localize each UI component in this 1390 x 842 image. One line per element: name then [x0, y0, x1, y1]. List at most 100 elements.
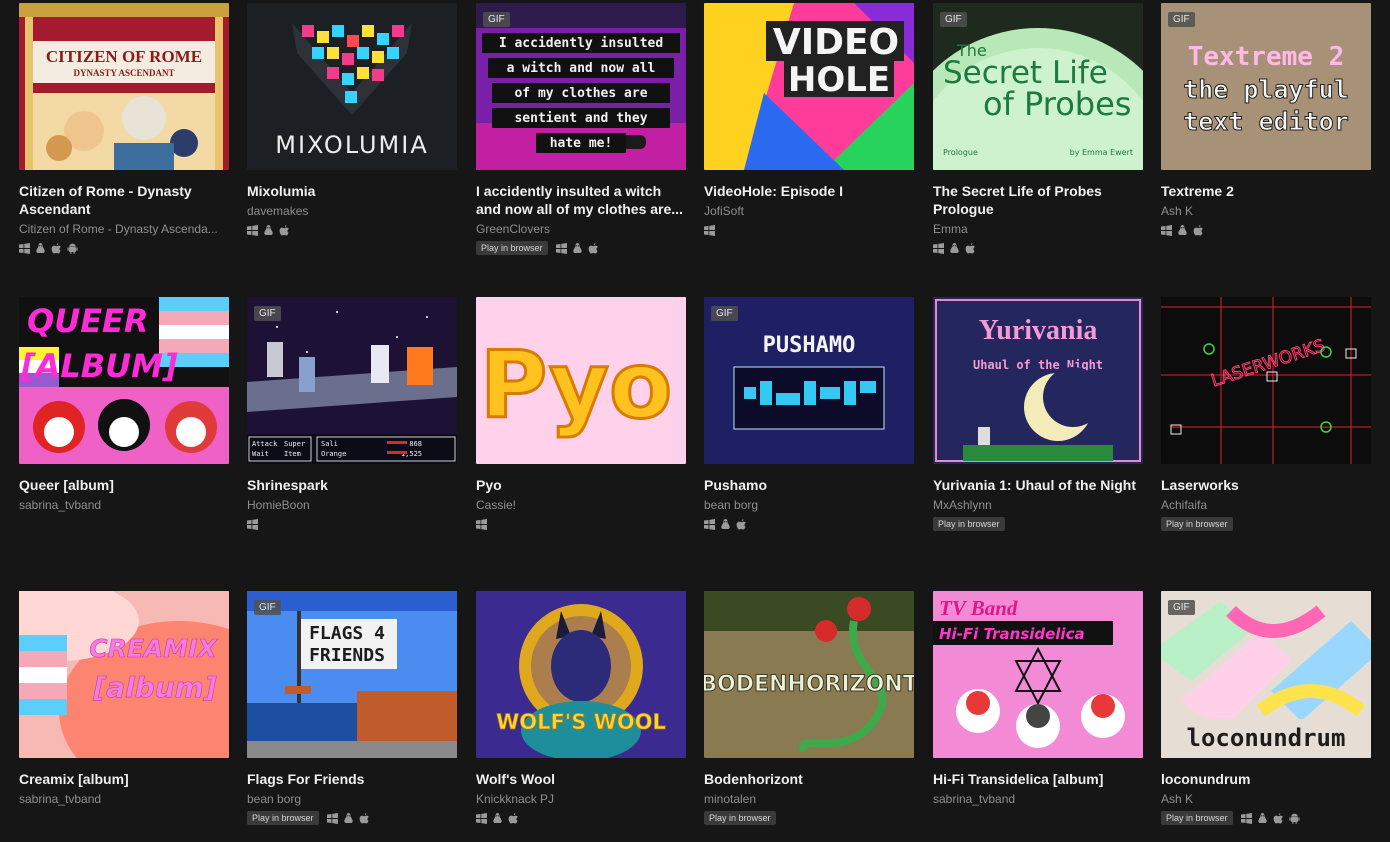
windows-icon — [1161, 224, 1172, 236]
game-title[interactable]: loconundrum — [1161, 770, 1371, 788]
game-title[interactable]: Queer [album] — [19, 476, 229, 494]
game-thumbnail[interactable]: LASERWORKS — [1161, 297, 1371, 464]
game-title[interactable]: VideoHole: Episode I — [704, 182, 914, 200]
game-thumbnail[interactable]: Yurivania Uhaul of the Night — [933, 297, 1143, 464]
game-author[interactable]: HomieBoon — [247, 496, 457, 514]
game-card: Textreme 2 the playful text editor GIF T… — [1161, 3, 1371, 238]
linux-icon — [721, 518, 730, 529]
svg-text:sentient and they: sentient and they — [514, 111, 647, 126]
game-author[interactable]: JofiSoft — [704, 202, 914, 220]
game-author[interactable]: bean borg — [704, 496, 914, 514]
linux-icon — [36, 242, 45, 253]
svg-text:text editor: text editor — [1183, 107, 1349, 136]
game-title[interactable]: Mixolumia — [247, 182, 457, 200]
game-author[interactable]: davemakes — [247, 202, 457, 220]
platform-row — [247, 516, 457, 532]
game-title[interactable]: Pushamo — [704, 476, 914, 494]
gif-badge: GIF — [1168, 600, 1195, 615]
windows-icon — [476, 812, 487, 824]
apple-icon — [359, 812, 369, 823]
game-card: CITIZEN OF ROME DYNASTY ASCENDANT Citize… — [19, 3, 229, 256]
game-author[interactable]: Cassie! — [476, 496, 686, 514]
game-author[interactable]: sabrina_tvband — [19, 790, 229, 808]
game-title[interactable]: Hi-Fi Transidelica [album] — [933, 770, 1143, 788]
game-thumbnail[interactable]: BODENHORIZONT — [704, 591, 914, 758]
game-card: Attack Super Wait Item Sali Orange 868 1,525… — [247, 297, 457, 532]
game-thumbnail[interactable]: WOLF'S WOOL — [476, 591, 686, 758]
platform-row: Play in browser — [476, 240, 686, 256]
cover-art: LASERWORKS — [1161, 297, 1371, 464]
svg-text:DYNASTY ASCENDANT: DYNASTY ASCENDANT — [74, 68, 175, 78]
cover-art: The Secret Life of Probes Prologue by Em… — [933, 3, 1143, 170]
apple-icon — [508, 812, 518, 823]
svg-text:Sali: Sali — [321, 440, 338, 448]
game-author[interactable]: Citizen of Rome - Dynasty Ascenda... — [19, 220, 229, 238]
game-thumbnail[interactable]: QUEER [ALBUM] — [19, 297, 229, 464]
cover-art: CREAMIX [album] — [19, 591, 229, 758]
apple-icon — [588, 242, 598, 253]
game-title[interactable]: Bodenhorizont — [704, 770, 914, 788]
play-in-browser-badge[interactable]: Play in browser — [933, 517, 1005, 531]
game-thumbnail[interactable]: Attack Super Wait Item Sali Orange 868 1,525… — [247, 297, 457, 464]
game-title[interactable]: Wolf's Wool — [476, 770, 686, 788]
gif-badge: GIF — [1168, 12, 1195, 27]
game-title[interactable]: Shrinespark — [247, 476, 457, 494]
game-author[interactable]: Achifaifa — [1161, 496, 1371, 514]
game-author[interactable]: sabrina_tvband — [19, 496, 229, 514]
game-title[interactable]: I accidently insulted a witch and now al… — [476, 182, 686, 218]
game-thumbnail[interactable]: PUSHAMO GIF — [704, 297, 914, 464]
game-author[interactable]: sabrina_tvband — [933, 790, 1143, 808]
game-author[interactable]: Ash K — [1161, 790, 1371, 808]
game-thumbnail[interactable]: VIDEO HOLE — [704, 3, 914, 170]
game-title[interactable]: Yurivania 1: Uhaul of the Night — [933, 476, 1143, 494]
svg-text:by Emma Ewert: by Emma Ewert — [1070, 148, 1133, 157]
game-title[interactable]: Laserworks — [1161, 476, 1371, 494]
game-title[interactable]: Textreme 2 — [1161, 182, 1371, 200]
game-thumbnail[interactable]: CITIZEN OF ROME DYNASTY ASCENDANT — [19, 3, 229, 170]
game-author[interactable]: MxAshlynn — [933, 496, 1143, 514]
cover-art: QUEER [ALBUM] — [19, 297, 229, 464]
game-title[interactable]: Citizen of Rome - Dynasty Ascendant — [19, 182, 229, 218]
apple-icon — [1193, 224, 1203, 235]
game-author[interactable]: GreenClovers — [476, 220, 686, 238]
play-in-browser-badge[interactable]: Play in browser — [476, 241, 548, 255]
game-author[interactable]: bean borg — [247, 790, 457, 808]
platform-row: Play in browser — [933, 516, 1143, 532]
game-title[interactable]: Creamix [album] — [19, 770, 229, 788]
game-thumbnail[interactable]: MIXOLUMIA — [247, 3, 457, 170]
svg-text:I accidently insulted: I accidently insulted — [499, 36, 663, 51]
game-title[interactable]: Flags For Friends — [247, 770, 457, 788]
game-author[interactable]: minotalen — [704, 790, 914, 808]
game-title[interactable]: Pyo — [476, 476, 686, 494]
game-thumbnail[interactable]: CREAMIX [album] — [19, 591, 229, 758]
svg-text:CITIZEN OF ROME: CITIZEN OF ROME — [46, 47, 202, 66]
play-in-browser-badge[interactable]: Play in browser — [704, 811, 776, 825]
windows-icon — [555, 242, 567, 254]
play-in-browser-badge[interactable]: Play in browser — [1161, 517, 1233, 531]
game-thumbnail[interactable]: The Secret Life of Probes Prologue by Em… — [933, 3, 1143, 170]
game-thumbnail[interactable]: FLAGS 4 FRIENDS GIF — [247, 591, 457, 758]
svg-text:VIDEO: VIDEO — [773, 22, 899, 63]
game-thumbnail[interactable]: TV Band Hi-Fi Transidelica — [933, 591, 1143, 758]
svg-text:loconundrum: loconundrum — [1187, 724, 1346, 752]
svg-text:of my clothes are: of my clothes are — [514, 86, 647, 101]
game-card: LASERWORKS Laserworks Achifaifa Play in … — [1161, 297, 1371, 532]
apple-icon — [736, 518, 746, 529]
windows-icon — [247, 224, 258, 236]
cover-art: I accidently insulted a witch and now al… — [476, 3, 686, 170]
game-thumbnail[interactable]: I accidently insulted a witch and now al… — [476, 3, 686, 170]
linux-icon — [572, 242, 582, 253]
game-author[interactable]: Knickknack PJ — [476, 790, 686, 808]
game-author[interactable]: Ash K — [1161, 202, 1371, 220]
game-title[interactable]: The Secret Life of Probes Prologue — [933, 182, 1143, 218]
game-card: MIXOLUMIA Mixolumia davemakes — [247, 3, 457, 238]
game-thumbnail[interactable]: Pyo — [476, 297, 686, 464]
game-author[interactable]: Emma — [933, 220, 1143, 238]
platform-row — [933, 240, 1143, 256]
play-in-browser-badge[interactable]: Play in browser — [1161, 811, 1233, 825]
svg-text:BODENHORIZONT: BODENHORIZONT — [704, 672, 914, 697]
game-thumbnail[interactable]: loconundrum GIF — [1161, 591, 1371, 758]
play-in-browser-badge[interactable]: Play in browser — [247, 811, 319, 825]
cover-art: TV Band Hi-Fi Transidelica — [933, 591, 1143, 758]
game-thumbnail[interactable]: Textreme 2 the playful text editor GIF — [1161, 3, 1371, 170]
